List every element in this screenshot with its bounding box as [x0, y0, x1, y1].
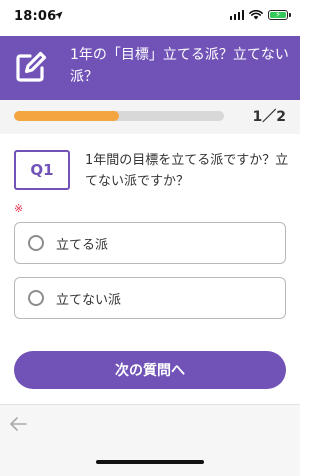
back-arrow-icon[interactable]: [8, 415, 28, 433]
edit-icon: [16, 51, 47, 82]
option-label: 立てる派: [56, 237, 109, 253]
browser-bottom-bar: [0, 404, 300, 476]
progress-counter: 1／2: [252, 109, 286, 125]
wifi-icon: [249, 10, 263, 20]
option-label: 立てない派: [56, 292, 122, 308]
radio-button[interactable]: [28, 290, 44, 306]
battery-charging-icon: ⚡: [268, 10, 291, 20]
next-question-button[interactable]: 次の質問へ: [14, 351, 286, 389]
location-arrow-icon: [54, 11, 63, 20]
status-time: 18:06: [14, 9, 57, 24]
page-title: 1年の「目標」立てる派？立てない派？: [70, 47, 289, 85]
home-indicator: [96, 460, 204, 464]
status-bar: 18:06 ⚡: [0, 0, 300, 36]
question-text: 1年間の目標を立てる派ですか？立てない派ですか？: [85, 153, 289, 189]
progress-section: 1／2: [0, 100, 300, 134]
signal-icon: [229, 10, 244, 20]
option-tatenai[interactable]: 立てない派: [14, 277, 286, 319]
question-number-badge: Q1: [14, 150, 70, 190]
radio-button[interactable]: [28, 235, 44, 251]
required-mark: ※: [14, 202, 24, 215]
status-icons: ⚡: [229, 10, 291, 20]
survey-header: 1年の「目標」立てる派？立てない派？: [0, 36, 300, 100]
progress-bar: [14, 111, 224, 121]
progress-fill: [14, 111, 119, 121]
option-tateru[interactable]: 立てる派: [14, 222, 286, 264]
